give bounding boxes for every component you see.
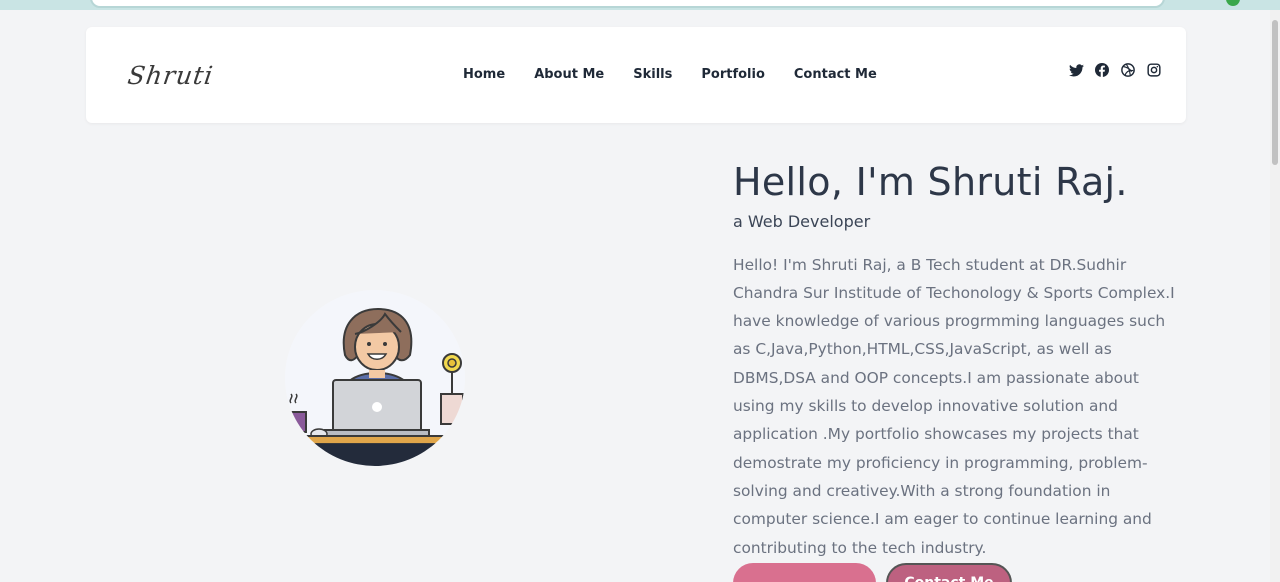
dribbble-icon[interactable] <box>1120 62 1136 78</box>
profile-illustration <box>285 290 465 466</box>
contact-me-button[interactable]: Contact Me <box>886 563 1012 582</box>
nav-contact-me[interactable]: Contact Me <box>794 67 877 82</box>
hero-description: Hello! I'm Shruti Raj, a B Tech student … <box>733 255 1175 557</box>
scrollbar-thumb[interactable] <box>1272 20 1278 165</box>
primary-button[interactable] <box>733 563 876 582</box>
address-bar[interactable] <box>90 0 1165 8</box>
scrollbar[interactable] <box>1270 10 1280 582</box>
navbar: Shruti Home About Me Skills Portfolio Co… <box>86 27 1186 123</box>
logo[interactable]: Shruti <box>126 61 215 90</box>
hero-subtitle: a Web Developer <box>733 211 871 231</box>
nav-links: Home About Me Skills Portfolio Contact M… <box>463 67 906 82</box>
hero-section: Hello, I'm Shruti Raj. a Web Developer H… <box>733 160 1178 562</box>
facebook-icon[interactable] <box>1094 62 1110 78</box>
nav-about-me[interactable]: About Me <box>534 67 604 82</box>
browser-bar <box>0 0 1280 10</box>
nav-portfolio[interactable]: Portfolio <box>701 67 765 82</box>
extension-icon[interactable] <box>1226 0 1240 6</box>
nav-skills[interactable]: Skills <box>633 67 672 82</box>
social-links <box>1068 62 1162 78</box>
hero-title: Hello, I'm Shruti Raj. <box>733 160 1128 204</box>
twitter-icon[interactable] <box>1068 62 1084 78</box>
instagram-icon[interactable] <box>1146 62 1162 78</box>
nav-home[interactable]: Home <box>463 67 505 82</box>
